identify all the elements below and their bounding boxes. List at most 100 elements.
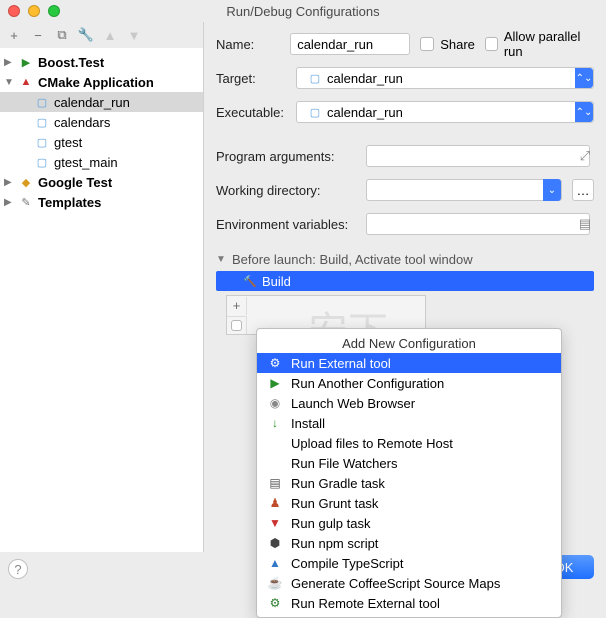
down-icon[interactable]: ▼: [126, 27, 142, 43]
menu-item[interactable]: ☕ Generate CoffeeScript Source Maps: [257, 573, 561, 593]
menu-item-icon: ▶: [267, 375, 283, 391]
tree-node-icon: ▢: [34, 154, 50, 170]
build-task-row[interactable]: 🔨 Build: [216, 271, 594, 291]
menu-item[interactable]: ♟ Run Grunt task: [257, 493, 561, 513]
wd-label: Working directory:: [216, 183, 356, 198]
tree-arrow-icon: ▼: [4, 77, 14, 88]
tree-arrow-icon: ▶: [4, 197, 14, 208]
tree-item[interactable]: ▢ calendar_run: [0, 92, 203, 112]
chevron-down-icon[interactable]: ⌄: [543, 179, 561, 201]
remove-icon[interactable]: −: [30, 27, 46, 43]
target-select[interactable]: ▢ calendar_run ⌃⌄: [296, 67, 594, 89]
tree-node-label: calendar_run: [54, 95, 130, 110]
wd-input[interactable]: ⌄: [366, 179, 562, 201]
args-input[interactable]: [366, 145, 590, 167]
tree-node-icon: ▢: [34, 114, 50, 130]
menu-item-icon: ▼: [267, 515, 283, 531]
tree-item[interactable]: ▢ gtest_main: [0, 152, 203, 172]
menu-item[interactable]: ◉Launch Web Browser: [257, 393, 561, 413]
menu-item[interactable]: ↓ Install: [257, 413, 561, 433]
browse-button[interactable]: …: [572, 179, 594, 201]
add-config-menu: Add New Configuration ⚙ Run External tool…: [256, 328, 562, 618]
tree-item[interactable]: ▶ ✎ Templates: [0, 192, 203, 212]
add-icon[interactable]: +: [6, 27, 22, 43]
parallel-checkbox[interactable]: Allow parallel run: [485, 29, 594, 59]
before-launch-header[interactable]: ▼ Before launch: Build, Activate tool wi…: [216, 252, 594, 267]
list-icon[interactable]: ▤: [576, 215, 594, 233]
menu-item-label: Run File Watchers: [291, 456, 397, 471]
share-checkbox[interactable]: Share: [420, 37, 475, 52]
config-tree: ▶▶Boost.Test ▼ ▲ CMake Application ▢ calendar…: [0, 48, 203, 552]
menu-item[interactable]: ⚙ Run External tool: [257, 353, 561, 373]
menu-item-icon: ▤: [267, 475, 283, 491]
tree-node-icon: ▢: [34, 94, 50, 110]
menu-item[interactable]: ▲ Compile TypeScript: [257, 553, 561, 573]
menu-item-label: Run Grunt task: [291, 496, 378, 511]
menu-item-label: Compile TypeScript: [291, 556, 403, 571]
env-input[interactable]: [366, 213, 590, 235]
menu-item-label: Run npm script: [291, 536, 378, 551]
menu-item[interactable]: ⬢ Run npm script: [257, 533, 561, 553]
tree-arrow-icon: ▶: [4, 177, 14, 188]
menu-item[interactable]: Run File Watchers: [257, 453, 561, 473]
env-label: Environment variables:: [216, 217, 356, 232]
menu-item-icon: ⚙: [267, 595, 283, 611]
menu-item-icon: ☕: [267, 575, 283, 591]
tree-node-label: Google Test: [38, 175, 112, 190]
menu-item[interactable]: Upload files to Remote Host: [257, 433, 561, 453]
up-icon[interactable]: ▲: [102, 27, 118, 43]
chevron-down-icon: ⌃⌄: [575, 68, 593, 88]
args-label: Program arguments:: [216, 149, 356, 164]
target-tag-icon: ▢: [307, 70, 323, 86]
tree-item[interactable]: ▢ calendars: [0, 112, 203, 132]
disclosure-arrow-icon: ▼: [216, 254, 226, 265]
menu-heading: Add New Configuration: [257, 333, 561, 353]
hammer-icon: 🔨: [242, 273, 258, 289]
executable-label: Executable:: [216, 105, 286, 120]
menu-item-label: Run Remote External tool: [291, 596, 440, 611]
chevron-down-icon: ⌃⌄: [575, 102, 593, 122]
menu-item-label: Launch Web Browser: [291, 396, 415, 411]
menu-item-icon: ♟: [267, 495, 283, 511]
tree-node-icon: ▶: [18, 54, 34, 70]
add-task-icon[interactable]: +: [227, 297, 247, 315]
menu-item-label: Generate CoffeeScript Source Maps: [291, 576, 500, 591]
tree-node-label: CMake Application: [38, 75, 154, 90]
menu-item[interactable]: ▤ Run Gradle task: [257, 473, 561, 493]
menu-item[interactable]: ▼ Run gulp task: [257, 513, 561, 533]
executable-select[interactable]: ▢ calendar_run ⌃⌄: [296, 101, 594, 123]
menu-item[interactable]: ▶ Run Another Configuration: [257, 373, 561, 393]
menu-item-icon: ↓: [267, 415, 283, 431]
tree-node-label: gtest_main: [54, 155, 118, 170]
menu-item[interactable]: ⚙ Run Remote External tool: [257, 593, 561, 613]
menu-item-label: Run External tool: [291, 356, 391, 371]
menu-item-label: Run Gradle task: [291, 476, 385, 491]
menu-item-label: Run gulp task: [291, 516, 371, 531]
tree-node-label: gtest: [54, 135, 82, 150]
task-checkbox[interactable]: [227, 316, 247, 334]
menu-item-label: Upload files to Remote Host: [291, 436, 453, 451]
window-title: Run/Debug Configurations: [0, 4, 606, 19]
tree-item[interactable]: ▼ ▲ CMake Application: [0, 72, 203, 92]
menu-item-icon: ⬢: [267, 535, 283, 551]
tree-item[interactable]: ▶▶Boost.Test: [0, 52, 203, 72]
name-label: Name:: [216, 37, 280, 52]
tree-node-icon: ▲: [18, 74, 34, 90]
tree-item[interactable]: ▶ ◆ Google Test: [0, 172, 203, 192]
tree-item[interactable]: ▢ gtest: [0, 132, 203, 152]
help-button[interactable]: ?: [8, 559, 28, 579]
menu-item-icon: ▲: [267, 555, 283, 571]
tree-node-icon: ▢: [34, 134, 50, 150]
wrench-icon[interactable]: 🔧: [78, 27, 94, 43]
menu-item-label: Install: [291, 416, 325, 431]
copy-icon[interactable]: ⧉: [54, 27, 70, 43]
tree-node-label: Templates: [38, 195, 101, 210]
name-input[interactable]: calendar_run: [290, 33, 410, 55]
menu-item-icon: ⚙: [267, 355, 283, 371]
tree-node-icon: ✎: [18, 194, 34, 210]
expand-icon[interactable]: ⤢: [576, 147, 594, 165]
tree-toolbar: + − ⧉ 🔧 ▲ ▼: [0, 22, 203, 48]
tree-node-label: calendars: [54, 115, 110, 130]
menu-item-label: Run Another Configuration: [291, 376, 444, 391]
tree-node-icon: ◆: [18, 174, 34, 190]
